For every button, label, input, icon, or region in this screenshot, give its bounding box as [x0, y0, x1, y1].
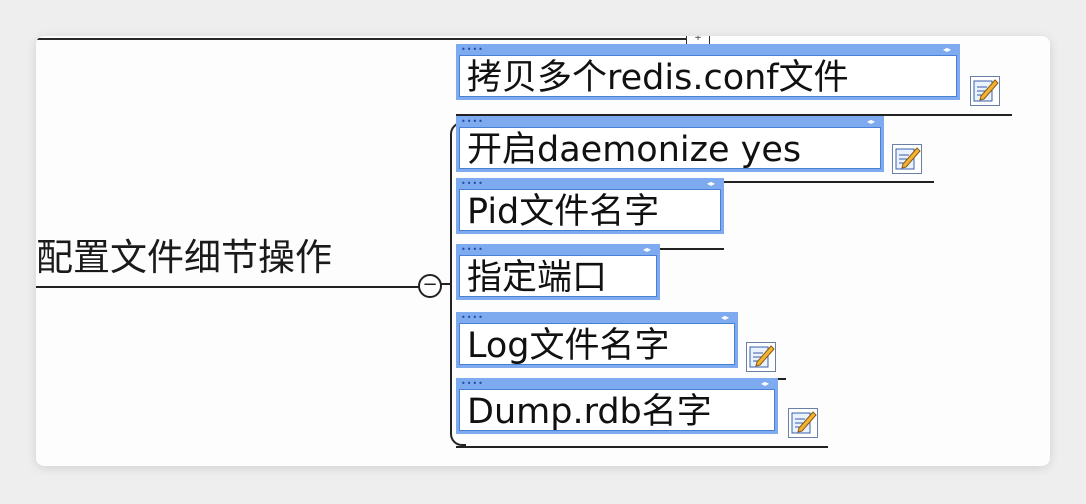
- subtopic-node-4[interactable]: •••• ◂▸ 指定端口: [456, 244, 660, 300]
- drag-grip-icon[interactable]: ••••: [461, 379, 484, 388]
- drag-grip-icon[interactable]: ••••: [461, 179, 484, 188]
- mindmap-canvas: + 配置文件细节操作 − •••• ◂▸ 拷贝多个redis.conf文件 ••…: [36, 36, 1050, 466]
- drag-grip-icon[interactable]: ••••: [461, 117, 484, 126]
- subtopic-label: 开启daemonize yes: [467, 130, 802, 170]
- subtopic-node-3[interactable]: •••• ◂▸ Pid文件名字: [456, 178, 724, 234]
- expand-arrows-icon[interactable]: ◂▸: [707, 179, 715, 188]
- subtopic-node-2[interactable]: •••• ◂▸ 开启daemonize yes: [456, 116, 884, 172]
- subtopic-node-5[interactable]: •••• ◂▸ Log文件名字: [456, 312, 738, 368]
- note-pencil-icon[interactable]: [746, 342, 776, 372]
- subtopic-label: Log文件名字: [467, 326, 670, 366]
- subtopic-label: 拷贝多个redis.conf文件: [467, 58, 849, 98]
- note-pencil-icon[interactable]: [970, 76, 1000, 106]
- note-pencil-icon[interactable]: [788, 408, 818, 438]
- expand-arrows-icon[interactable]: ◂▸: [761, 379, 769, 388]
- subtopic-label: Dump.rdb名字: [467, 392, 712, 432]
- expand-arrows-icon[interactable]: ◂▸: [867, 117, 875, 126]
- collapse-toggle[interactable]: −: [418, 274, 442, 298]
- drag-grip-icon[interactable]: ••••: [461, 245, 484, 254]
- central-topic[interactable]: 配置文件细节操作: [36, 230, 422, 288]
- expand-arrows-icon[interactable]: ◂▸: [721, 313, 729, 322]
- subtopic-node-1[interactable]: •••• ◂▸ 拷贝多个redis.conf文件: [456, 44, 960, 100]
- subtopic-underline: [456, 446, 828, 448]
- subtopic-node-6[interactable]: •••• ◂▸ Dump.rdb名字: [456, 378, 778, 434]
- expand-arrows-icon[interactable]: ◂▸: [943, 45, 951, 54]
- drag-grip-icon[interactable]: ••••: [461, 45, 484, 54]
- subtopic-label: 指定端口: [467, 258, 608, 298]
- drag-grip-icon[interactable]: ••••: [461, 313, 484, 322]
- top-connector-line: [36, 38, 696, 40]
- subtopic-label: Pid文件名字: [467, 192, 660, 232]
- expand-arrows-icon[interactable]: ◂▸: [643, 245, 651, 254]
- note-pencil-icon[interactable]: [892, 144, 922, 174]
